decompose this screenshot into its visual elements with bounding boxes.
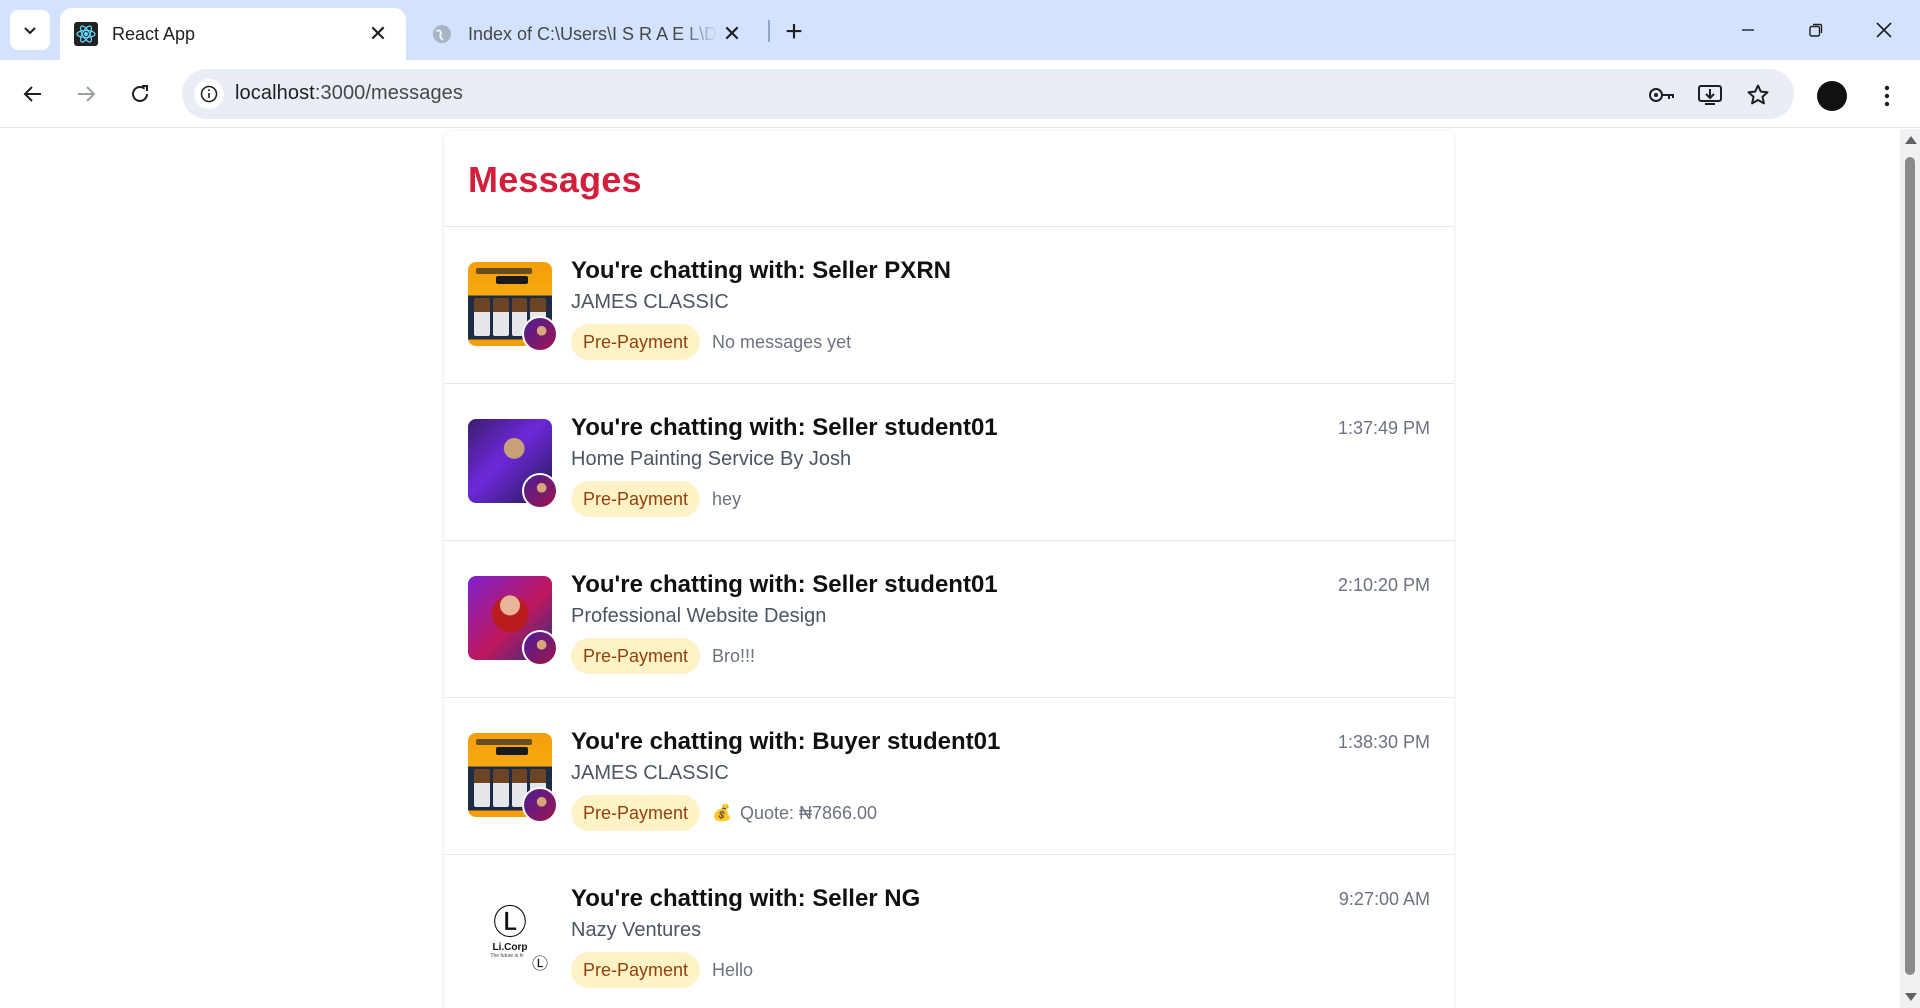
address-bar[interactable]: localhost:3000/messages	[182, 69, 1794, 119]
message-preview: Bro!!!	[712, 645, 756, 666]
conversation-subtitle: JAMES CLASSIC	[571, 291, 729, 313]
new-tab-button[interactable]: +	[776, 14, 812, 50]
logo-name: Li.Corp	[492, 941, 528, 953]
arrow-right-icon	[78, 86, 96, 102]
restore-icon	[1809, 23, 1823, 37]
scroll-up-arrow-icon[interactable]	[1905, 136, 1917, 144]
message-time: 9:27:00 AM	[1338, 889, 1430, 909]
tab-react-app[interactable]: React App ✕	[60, 8, 406, 60]
close-icon	[1876, 22, 1892, 38]
tab-divider	[768, 20, 770, 42]
conversation-title: You're chatting with: Buyer student01	[571, 728, 1001, 755]
conversation-item[interactable]: Ⓛ Li.Corp The future is here Ⓛ You're ch…	[444, 855, 1454, 1008]
conversation-title: You're chatting with: Seller student01	[571, 571, 998, 598]
user-avatar	[522, 473, 558, 509]
close-icon[interactable]: ✕	[364, 20, 392, 48]
status-badge: Pre-Payment	[571, 795, 701, 831]
reload-icon	[132, 85, 148, 102]
close-icon[interactable]: ✕	[718, 20, 746, 48]
conversation-meta: Pre-Payment Bro!!!	[571, 638, 755, 674]
conversation-title: You're chatting with: Seller PXRN	[571, 257, 951, 284]
message-time: 1:37:49 PM	[1337, 418, 1430, 438]
user-avatar	[522, 787, 558, 823]
page-title: Messages	[468, 159, 642, 200]
password-key-icon[interactable]	[1648, 81, 1676, 109]
conversation-thumbnail: Ⓛ Li.Corp The future is here Ⓛ	[468, 890, 558, 980]
conversation-title: You're chatting with: Seller student01	[571, 414, 998, 441]
message-time: 1:38:30 PM	[1337, 732, 1430, 752]
message-time: 2:10:20 PM	[1337, 575, 1430, 595]
conversation-subtitle: Nazy Ventures	[571, 919, 702, 941]
restore-button[interactable]	[1786, 8, 1846, 52]
page-viewport: Messages You're chatting with: Seller PX…	[0, 129, 1900, 1008]
conversation-subtitle: Home Painting Service By Josh	[571, 448, 852, 470]
user-avatar: Ⓛ	[522, 944, 558, 980]
tab-search-button[interactable]	[10, 10, 50, 50]
conversation-item[interactable]: You're chatting with: Seller student01 H…	[444, 384, 1454, 541]
conversation-meta: Pre-Payment 💰 Quote: ₦7866.00	[571, 795, 877, 831]
status-badge: Pre-Payment	[571, 324, 701, 360]
scroll-down-arrow-icon[interactable]	[1905, 993, 1917, 1001]
money-bag-icon: 💰	[712, 805, 732, 822]
message-preview: No messages yet	[712, 331, 852, 352]
install-app-icon[interactable]	[1696, 81, 1724, 109]
conversation-subtitle: Professional Website Design	[571, 605, 827, 627]
minimize-button[interactable]	[1718, 8, 1778, 52]
conversation-meta: Pre-Payment No messages yet	[571, 324, 851, 360]
conversation-item[interactable]: You're chatting with: Buyer student01 JA…	[444, 698, 1454, 855]
globe-icon	[430, 22, 454, 46]
browser-toolbar: localhost:3000/messages	[0, 60, 1920, 128]
more-menu-icon[interactable]	[1872, 78, 1902, 114]
minimize-icon	[1742, 29, 1754, 31]
conversation-title: You're chatting with: Seller NG	[571, 885, 921, 912]
conversation-meta: Pre-Payment Hello	[571, 952, 753, 988]
url-path: :3000/messages	[314, 82, 464, 104]
conversation-subtitle: JAMES CLASSIC	[571, 762, 729, 784]
conversation-item[interactable]: You're chatting with: Seller PXRN JAMES …	[444, 227, 1454, 384]
site-info-icon[interactable]	[194, 79, 224, 109]
conversation-thumbnail	[468, 733, 558, 823]
url-text: localhost:3000/messages	[235, 82, 463, 105]
user-avatar	[522, 630, 558, 666]
conversation-thumbnail	[468, 576, 558, 666]
chevron-down-icon	[24, 27, 36, 35]
conversation-meta: Pre-Payment hey	[571, 481, 741, 517]
status-badge: Pre-Payment	[571, 481, 701, 517]
close-window-button[interactable]	[1854, 8, 1914, 52]
page-scrollbar[interactable]	[1900, 129, 1920, 1008]
arrow-left-icon	[23, 86, 41, 102]
react-icon	[74, 22, 98, 46]
profile-avatar[interactable]	[1817, 81, 1847, 111]
user-avatar	[522, 316, 558, 352]
conversation-thumbnail	[468, 419, 558, 509]
conversation-item[interactable]: You're chatting with: Seller student01 P…	[444, 541, 1454, 698]
browser-tab-bar: React App ✕ Index of C:\Users\I S R A E …	[0, 0, 1920, 60]
conversation-thumbnail	[468, 262, 558, 352]
bookmark-star-icon[interactable]	[1744, 81, 1772, 109]
scroll-thumb[interactable]	[1905, 157, 1915, 975]
message-preview: hey	[712, 488, 742, 509]
messages-card: Messages You're chatting with: Seller PX…	[444, 131, 1454, 1008]
messages-header: Messages	[444, 131, 1454, 227]
url-host: localhost	[235, 82, 315, 104]
logo-mark: Ⓛ	[493, 902, 527, 943]
back-button[interactable]	[13, 74, 53, 114]
tab-title: React App	[112, 23, 196, 44]
message-preview: Hello	[712, 959, 754, 980]
status-badge: Pre-Payment	[571, 952, 701, 988]
quote-text: Quote: ₦7866.00	[739, 802, 878, 823]
tab-file-index[interactable]: Index of C:\Users\I S R A E L\De ✕	[416, 8, 760, 60]
message-preview: 💰 Quote: ₦7866.00	[712, 803, 877, 824]
tab-title: Index of C:\Users\I S R A E L\De	[468, 23, 718, 44]
reload-button[interactable]	[120, 74, 160, 114]
status-badge: Pre-Payment	[571, 638, 701, 674]
forward-button[interactable]	[66, 74, 106, 114]
